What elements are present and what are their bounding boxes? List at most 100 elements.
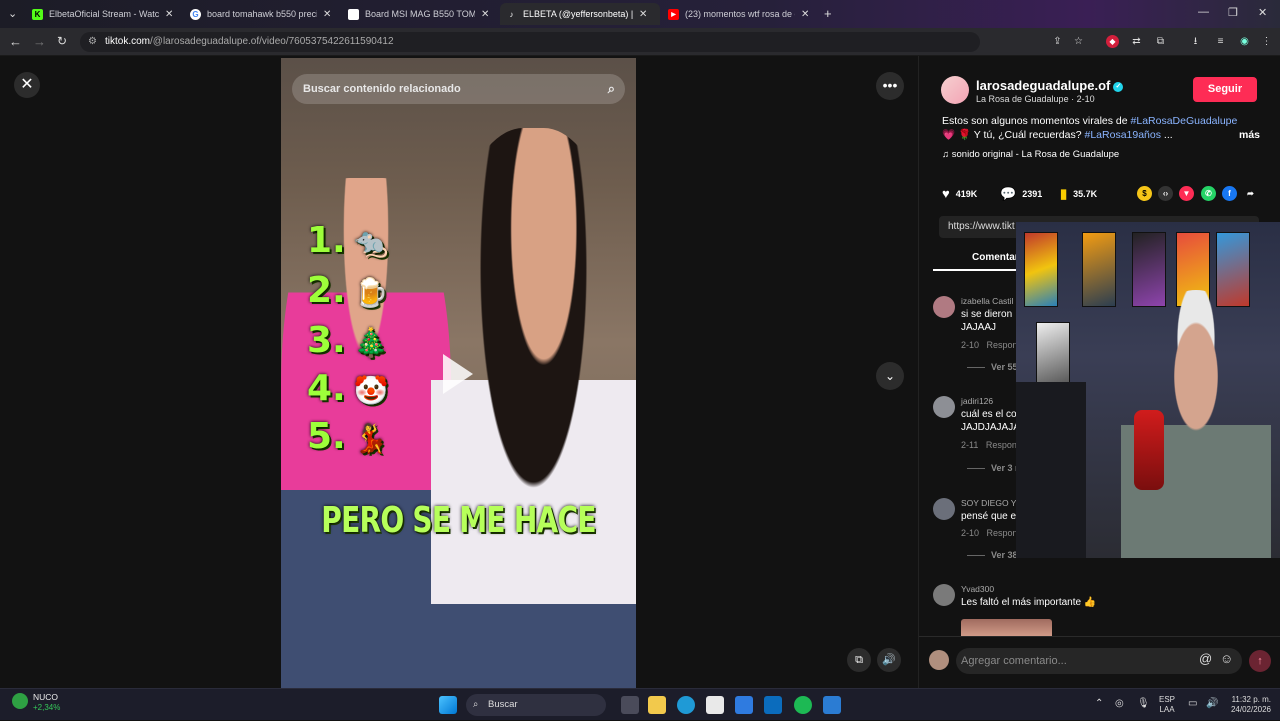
facebook-icon[interactable]: f (1222, 186, 1237, 201)
video-stage: ✕ Buscar contenido relacionado ⌕ 1. 🐀 2. 🍺… (0, 56, 918, 688)
tab-comments[interactable]: Comentar (972, 252, 1019, 263)
avatar[interactable] (933, 296, 955, 318)
reply-button[interactable]: Respon (987, 340, 1018, 350)
view-replies-button[interactable]: Ver 55 (967, 362, 1018, 372)
tab-youtube[interactable]: ▶ (23) momentos wtf rosa de gu ✕ (662, 3, 818, 25)
view-replies-button[interactable]: Ver 3 r (967, 463, 1019, 473)
whatsapp-icon[interactable]: ✆ (1201, 186, 1216, 201)
forward-icon[interactable]: → (33, 34, 46, 49)
tab-msi-board[interactable]: Board MSI MAG B550 TOMAH ✕ (342, 3, 498, 25)
windows-start-icon[interactable] (439, 696, 457, 714)
tab-google-search[interactable]: G board tomahawk b550 precio c ✕ (184, 3, 340, 25)
cast-icon[interactable]: ⇪ (1051, 35, 1064, 48)
new-tab-icon[interactable]: + (824, 6, 832, 21)
close-tab-icon[interactable]: ✕ (323, 9, 331, 20)
taskbar-search[interactable]: ⌕ Buscar (466, 694, 606, 716)
reply-button[interactable]: Respon (987, 528, 1018, 538)
more-options-icon[interactable]: ••• (876, 72, 904, 100)
emoji-icon[interactable]: ☺ (1220, 651, 1233, 666)
extension-icon[interactable]: ◆ (1106, 35, 1119, 48)
tab-list-icon[interactable]: ⌄ (8, 7, 17, 20)
video-caption: PERO SE ME HACE (321, 500, 596, 541)
reply-button[interactable]: Respon (986, 440, 1017, 450)
follow-button[interactable]: Seguir (1193, 77, 1257, 102)
rank-item: 3. 🎄 (307, 320, 389, 361)
volume-icon[interactable]: 🔊 (1206, 699, 1218, 709)
close-tab-icon[interactable]: ✕ (639, 9, 647, 20)
profile-icon[interactable]: ◉ (1238, 35, 1251, 48)
avatar[interactable] (941, 76, 969, 104)
microphone (1134, 410, 1164, 490)
page-icon (348, 8, 359, 20)
app-icon[interactable] (764, 696, 782, 714)
bookmark-icon: ▮ (1060, 186, 1068, 201)
spotify-icon[interactable] (794, 696, 812, 714)
coin-icon[interactable]: $ (1137, 186, 1152, 201)
send-icon[interactable]: ▼ (1179, 186, 1194, 201)
url-field[interactable]: ⚙ tiktok.com/@larosadeguadalupe.of/video… (80, 32, 980, 52)
mention-icon[interactable]: @ (1199, 651, 1212, 666)
comment-button[interactable]: 💬 2391 (1000, 186, 1042, 202)
extensions-puzzle-icon[interactable]: ⧉ (1154, 35, 1167, 48)
mail-icon[interactable] (735, 696, 753, 714)
download-icon[interactable]: ⭳ (1189, 35, 1202, 48)
close-tab-icon[interactable]: ✕ (481, 9, 489, 20)
avatar[interactable] (933, 396, 955, 418)
extension-icon[interactable]: ⇄ (1130, 35, 1143, 48)
edge-icon[interactable] (677, 696, 695, 714)
close-window-icon[interactable]: ✕ (1258, 6, 1267, 19)
tab-kick-stream[interactable]: K ElbetaOficial Stream - Watch Li ✕ (26, 3, 182, 25)
menu-icon[interactable]: ⋮ (1260, 35, 1273, 48)
widget-subtitle: +2,34% (33, 703, 61, 712)
display-icon[interactable]: ▭ (1188, 699, 1197, 709)
save-button[interactable]: ▮ 35.7K (1060, 186, 1097, 202)
site-info-icon[interactable]: ⚙ (88, 32, 97, 52)
see-more-button[interactable]: más (1239, 128, 1260, 142)
search-icon[interactable]: ⌕ (608, 74, 615, 104)
maximize-icon[interactable]: ❐ (1228, 6, 1238, 19)
search-icon: ⌕ (473, 699, 479, 710)
bookmark-star-icon[interactable]: ☆ (1072, 35, 1085, 48)
task-view-icon[interactable] (621, 696, 639, 714)
clock[interactable]: 11:32 p. m. 24/02/2026 (1225, 695, 1271, 715)
avatar[interactable] (933, 584, 955, 606)
video-player[interactable]: Buscar contenido relacionado ⌕ 1. 🐀 2. 🍺 3… (281, 58, 636, 688)
back-icon[interactable]: ← (9, 34, 22, 49)
play-icon[interactable] (443, 354, 473, 394)
reload-icon[interactable]: ↻ (57, 34, 67, 48)
like-button[interactable]: ♥ 419K (942, 186, 977, 201)
view-replies-button[interactable]: Ver 38 (967, 550, 1018, 560)
post-description: Estos son algunos momentos virales de #L… (942, 115, 1260, 142)
tab-tiktok[interactable]: ♪ ELBETA (@yeffersonbeta) | TikT ✕ (500, 3, 660, 25)
file-explorer-icon[interactable] (648, 696, 666, 714)
hashtag-link[interactable]: #LaRosa19años (1085, 129, 1161, 141)
minimize-icon[interactable]: — (1198, 6, 1209, 18)
author-name[interactable]: larosadeguadalupe.of ✓ (976, 78, 1124, 93)
kick-icon: K (32, 8, 43, 20)
send-icon[interactable]: ↑ (1249, 650, 1271, 672)
embed-icon[interactable]: ‹› (1158, 186, 1173, 201)
language-indicator[interactable]: ESP LAA (1159, 695, 1175, 715)
reading-list-icon[interactable]: ≡ (1214, 35, 1227, 48)
volume-icon[interactable]: 🔊 (877, 648, 901, 672)
youtube-icon: ▶ (668, 8, 679, 20)
store-icon[interactable] (706, 696, 724, 714)
close-icon[interactable]: ✕ (14, 72, 40, 98)
hashtag-link[interactable]: #LaRosaDeGuadalupe (1131, 115, 1238, 127)
chevron-down-icon[interactable]: ⌄ (876, 362, 904, 390)
related-search-input[interactable]: Buscar contenido relacionado ⌕ (292, 74, 625, 104)
avatar[interactable] (933, 498, 955, 520)
network-icon[interactable]: ◎ (1115, 699, 1124, 709)
chevron-up-icon[interactable]: ⌃ (1095, 699, 1103, 709)
close-tab-icon[interactable]: ✕ (801, 9, 809, 20)
close-tab-icon[interactable]: ✕ (165, 9, 173, 20)
app-icon[interactable] (823, 696, 841, 714)
stock-widget-icon[interactable] (12, 693, 28, 709)
wall-poster (1216, 232, 1250, 307)
video-frame-person (431, 128, 636, 688)
music-link[interactable]: ♫ sonido original - La Rosa de Guadalupe (942, 149, 1119, 160)
floating-player-icon[interactable]: ⧉ (847, 648, 871, 672)
tab-active-indicator (933, 269, 1023, 271)
share-icon[interactable]: ➦ (1243, 186, 1258, 201)
microphone-icon[interactable]: 🎙 (1137, 699, 1150, 709)
